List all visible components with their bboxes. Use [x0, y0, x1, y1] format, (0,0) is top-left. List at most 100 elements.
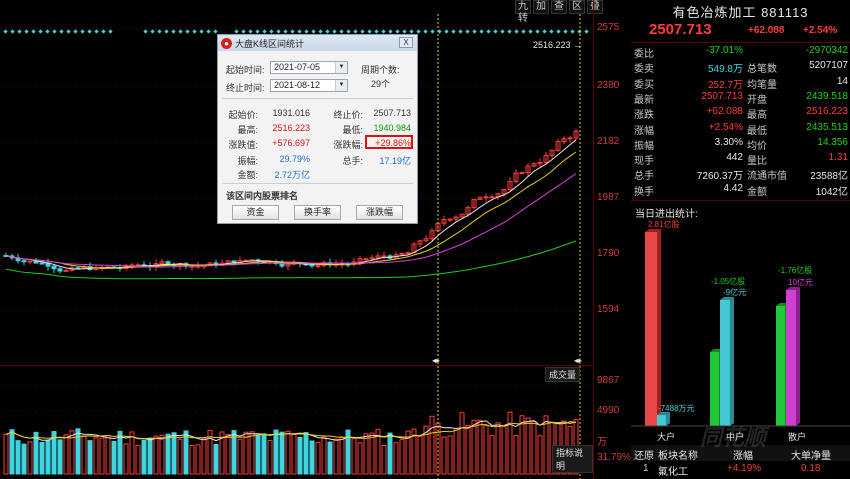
signal-marker: [339, 29, 344, 34]
divider: [222, 98, 413, 99]
end-time-select[interactable]: 2021-08-12 ▼: [270, 79, 348, 92]
volume-bar: [195, 444, 201, 475]
high-price-marker: 2516.223 →: [533, 40, 582, 50]
signal-marker: [311, 29, 316, 34]
quote-label: 量比: [747, 156, 767, 168]
big-out-bar: [657, 415, 666, 426]
quote-row: 涨幅 +2.54% 最低 2435.513: [631, 122, 850, 137]
volume-bar: [279, 431, 285, 475]
volume-bar: [339, 436, 345, 475]
quote-row: 振幅 3.30% 均价 14.356: [631, 137, 850, 152]
axis-label: 万: [597, 437, 607, 448]
volume-bar: [243, 431, 249, 475]
restore-button[interactable]: 还原: [634, 447, 654, 462]
signal-marker: [584, 29, 589, 34]
quote-value: -2970342: [805, 45, 848, 56]
range-button[interactable]: 区: [569, 0, 585, 14]
signal-marker: [157, 29, 162, 34]
divider: [222, 183, 413, 184]
start-time-select[interactable]: 2021-07-05 ▼: [270, 61, 348, 74]
signal-marker: [500, 29, 505, 34]
volume-bar: [315, 441, 321, 475]
signal-marker: [423, 29, 428, 34]
quote-value: 1042亿: [815, 186, 848, 198]
signal-marker: [255, 29, 260, 34]
volume-bar: [183, 430, 189, 475]
signal-marker: [353, 29, 358, 34]
quote-row: 委比 -37.01% -2970342: [631, 45, 850, 60]
volume-bar: [285, 430, 291, 475]
signal-marker: [430, 29, 435, 34]
volume-bar: [297, 436, 303, 475]
range-handle-icon: ◂▸: [432, 356, 440, 365]
signal-marker: [486, 29, 491, 34]
volume-bar: [495, 422, 501, 475]
volume-bar: [381, 444, 387, 475]
volume-bar: [111, 440, 117, 475]
dialog-titlebar[interactable]: ● 大盘K线区间统计: [218, 35, 417, 51]
volume-chart[interactable]: 成交量 指标说明: [0, 365, 593, 479]
volume-button[interactable]: 成交量: [545, 367, 581, 382]
start-time-label: 起始时间:: [226, 65, 265, 75]
quote-value: 2516.223: [806, 106, 848, 118]
volume-bar: [483, 425, 489, 475]
volume-bar: [453, 429, 459, 475]
signal-marker: [262, 29, 267, 34]
quote-label: 涨幅: [634, 125, 654, 137]
app-window: ◂▸ ◂▸ 2516.223 → 九转 加 查 区 叠 成交量 指标说明 2575 …: [0, 0, 850, 479]
signal-marker: [290, 29, 295, 34]
axis-label: 9867: [597, 375, 620, 386]
quote-label: 现手: [634, 156, 654, 168]
volume-bar: [201, 438, 207, 475]
small-out-bar: [786, 290, 796, 426]
col-big-order[interactable]: 大单净量: [791, 447, 831, 462]
volume-bar: [291, 433, 297, 475]
signal-marker: [493, 29, 498, 34]
big-in-bar-side: [657, 229, 661, 426]
query-button[interactable]: 查: [551, 0, 567, 14]
candle-body: [39, 262, 45, 265]
turnover-button[interactable]: 换手率: [294, 205, 341, 220]
volume-bar: [363, 433, 369, 475]
quote-value: +2.54%: [708, 121, 743, 133]
rank-title: 该区间内股票排名: [226, 191, 299, 201]
candle-body: [363, 258, 369, 261]
indicator-help-button[interactable]: 指标说明: [552, 445, 593, 473]
quote-label: 涨跌: [634, 110, 654, 122]
signal-marker: [171, 29, 176, 34]
signal-marker: [45, 29, 50, 34]
close-button[interactable]: X: [399, 37, 413, 48]
signal-marker: [556, 29, 561, 34]
axis-label: 1987: [597, 192, 620, 203]
signal-marker: [374, 29, 379, 34]
quote-label: 金额: [747, 186, 767, 198]
signal-marker: [570, 29, 575, 34]
quote-value: 7260.37万: [696, 171, 743, 183]
fund-button[interactable]: 资金: [232, 205, 279, 220]
volume-bar: [501, 425, 507, 475]
col-sector-name[interactable]: 板块名称: [658, 447, 698, 462]
volume-bar: [441, 436, 447, 475]
low-label: 最低:: [342, 125, 363, 135]
candle-body: [315, 265, 321, 268]
dropdown-arrow-icon[interactable]: ▼: [335, 62, 347, 73]
volume-bar: [309, 440, 315, 475]
candle-body: [447, 218, 453, 221]
signal-marker: [402, 29, 407, 34]
signal-marker: [3, 29, 8, 34]
quote-panel: 有色冶炼加工 881113 2507.713 +62.088 +2.54% 委比…: [631, 0, 850, 479]
jiuzhuan-button[interactable]: 九转: [515, 0, 531, 24]
dropdown-arrow-icon[interactable]: ▼: [335, 80, 347, 91]
table-row[interactable]: 1 氟化工 +4.19% 0.18: [631, 463, 850, 478]
latest-price: 2507.713: [649, 21, 712, 38]
quote-value: -37.01%: [705, 45, 743, 56]
volume-bar: [93, 437, 99, 475]
change-rank-button[interactable]: 涨跌幅: [356, 205, 403, 220]
volume-bar: [177, 438, 183, 475]
signal-marker: [52, 29, 57, 34]
volume-bar: [477, 419, 483, 475]
mid-out-bar-side: [730, 297, 734, 426]
quote-label: 振幅: [634, 140, 654, 152]
volume-bar: [99, 437, 105, 475]
add-button[interactable]: 加: [533, 0, 549, 14]
